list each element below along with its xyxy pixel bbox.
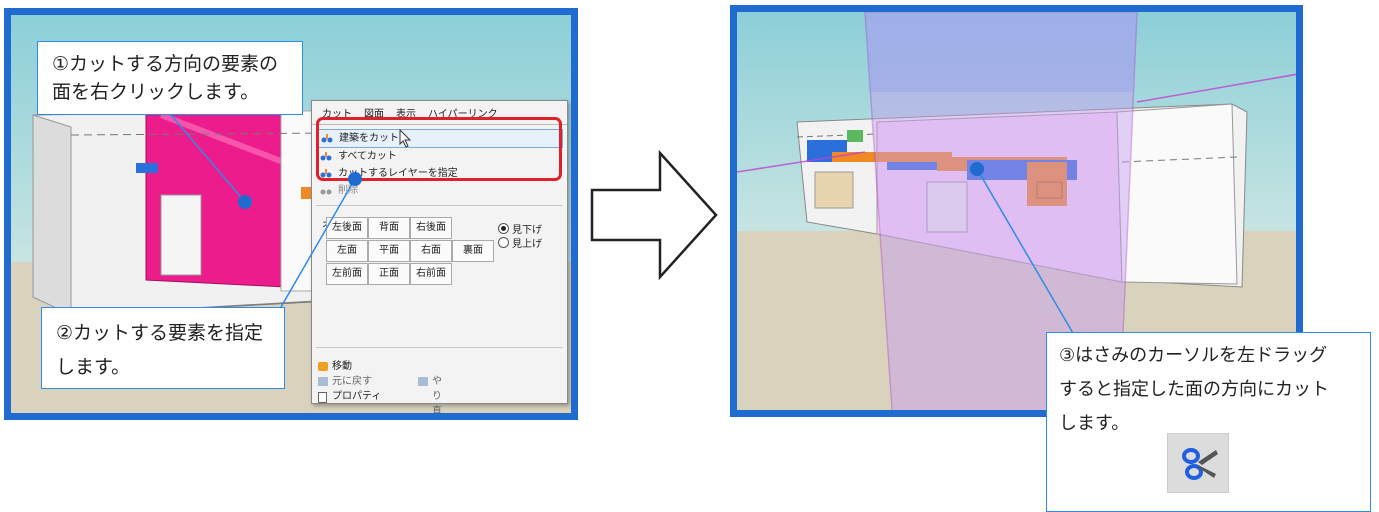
scissors-icon-tile <box>1167 433 1229 493</box>
callout3-line2: すると指定した面の方向にカット <box>1059 379 1329 400</box>
callout-scissors-drag: ③はさみのカーソルを左ドラッグ すると指定した面の方向にカット します。 <box>1046 332 1371 512</box>
left-screenshot-frame: ①カットする方向の要素の 面を右クリックします。 カット 図面 表示 ハイパーリ… <box>4 8 578 420</box>
scissors-icon <box>1182 448 1218 480</box>
callout2-line1: ②カットする要素を指定 <box>56 322 264 344</box>
callout3-line1: ③はさみのカーソルを左ドラッグ <box>1059 345 1328 366</box>
callout-specify-element: ②カットする要素を指定 します。 <box>41 307 285 389</box>
callout2-line2: します。 <box>56 356 131 378</box>
right-arrow-icon <box>590 150 718 280</box>
